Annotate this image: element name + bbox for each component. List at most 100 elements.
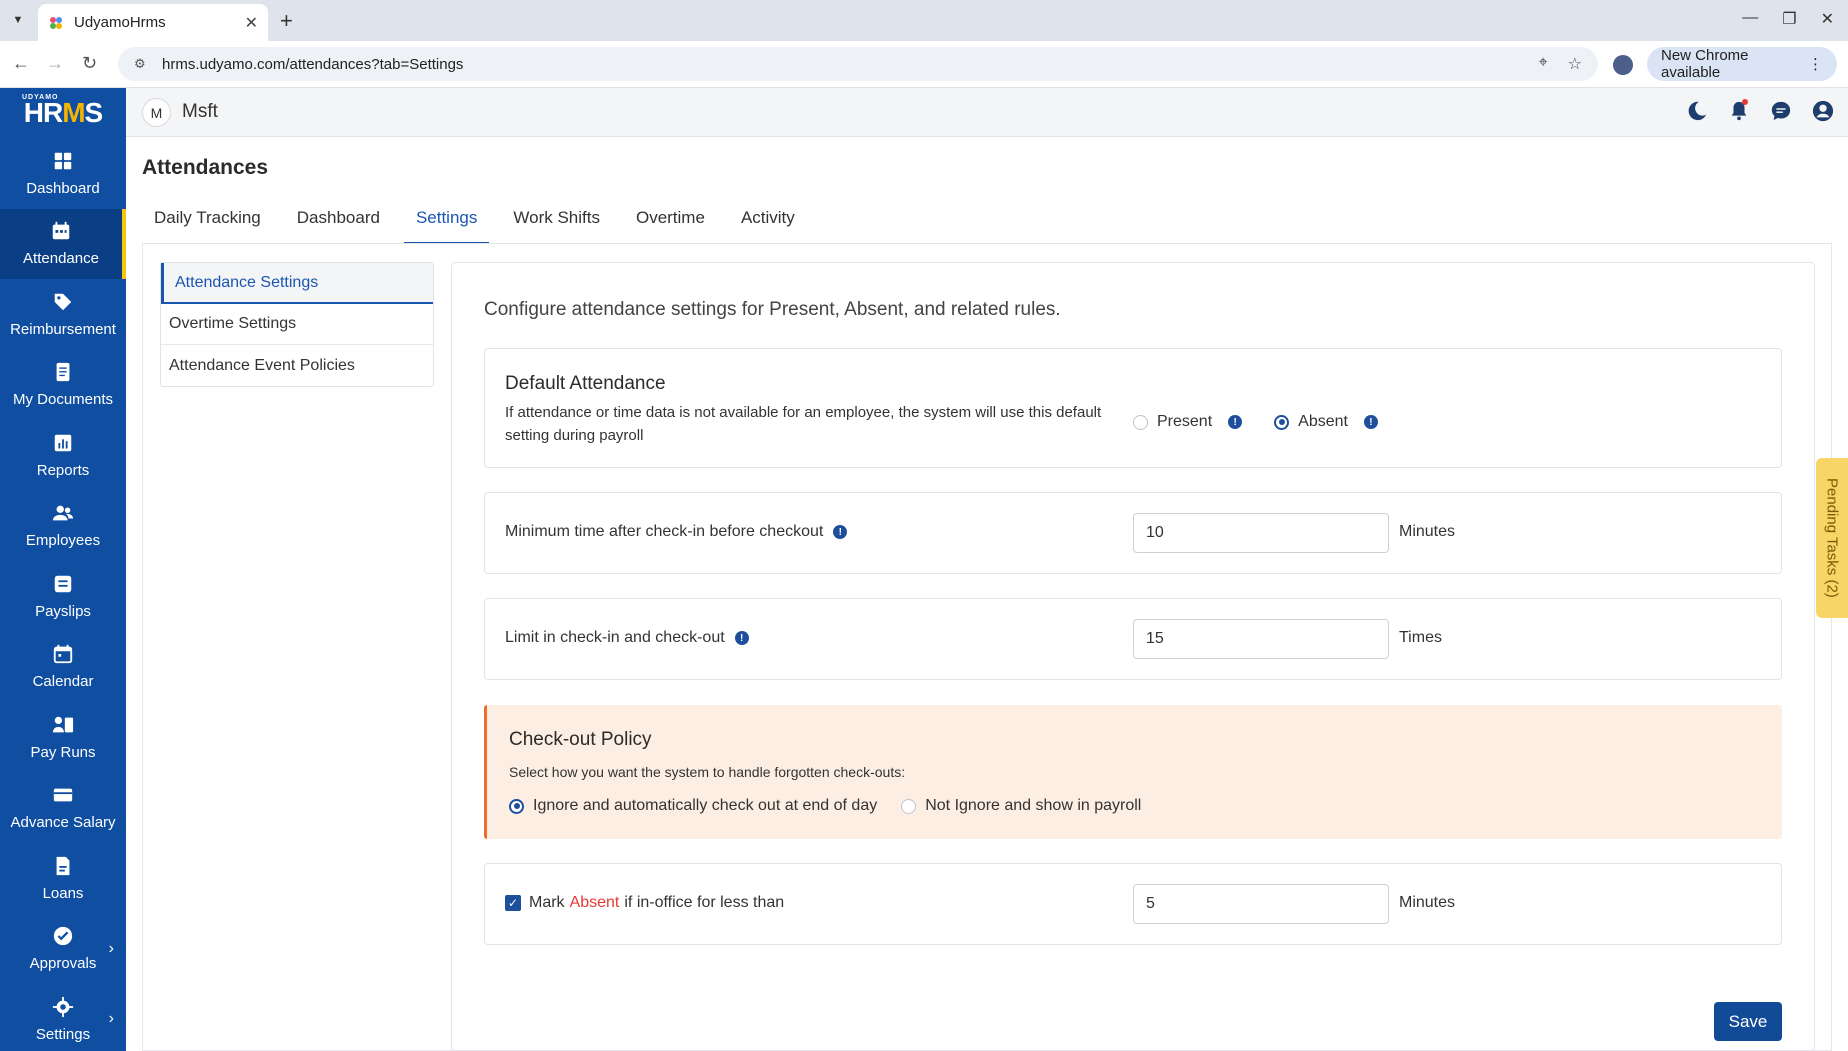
absent-label: Absent: [1298, 413, 1348, 430]
sidebar-item-reimbursement[interactable]: Reimbursement: [0, 279, 126, 350]
udyamo-hrms-logo[interactable]: UDYAMO HR M S: [0, 88, 126, 138]
chat-icon[interactable]: [1770, 100, 1792, 122]
sidebar-item-attendance[interactable]: Attendance: [0, 208, 126, 279]
sidebar-item-label: Payslips: [35, 602, 91, 620]
sidebar-item-reports[interactable]: Reports: [0, 420, 126, 491]
sidebar-item-employees[interactable]: Employees: [0, 491, 126, 562]
reload-icon[interactable]: ↻: [82, 53, 97, 74]
sidebar-item-calendar[interactable]: Calendar: [0, 632, 126, 703]
tab-work-shifts[interactable]: Work Shifts: [501, 200, 612, 244]
browser-profile-icon[interactable]: [1613, 55, 1633, 75]
minimize-icon[interactable]: —: [1742, 9, 1758, 29]
sidebar-item-pay-runs[interactable]: Pay Runs: [0, 702, 126, 773]
sidebar-item-dashboard[interactable]: Dashboard: [0, 138, 126, 209]
app-header: M Msft: [126, 88, 1848, 137]
gear-icon: [52, 996, 74, 1018]
browser-tab-bar: ▼ UdyamoHrms ✕ + — ❐ ✕: [0, 0, 1848, 41]
chrome-update-button[interactable]: New Chrome available ⋮: [1647, 47, 1837, 81]
mark-absent-checkbox[interactable]: ✓: [505, 895, 521, 911]
logo-small-text: UDYAMO: [22, 94, 59, 101]
chevron-right-icon[interactable]: ›: [109, 940, 114, 958]
restore-icon[interactable]: ❐: [1782, 9, 1796, 29]
tab-overtime[interactable]: Overtime: [624, 200, 717, 244]
tab-daily-tracking[interactable]: Daily Tracking: [142, 200, 273, 244]
sidebar-item-advance-salary[interactable]: Advance Salary: [0, 773, 126, 844]
url-bar[interactable]: ⚙ hrms.udyamo.com/attendances?tab=Settin…: [118, 47, 1598, 81]
documents-icon: [52, 361, 74, 383]
mark-absent-card: ✓ Mark Absent if in-office for less than…: [484, 863, 1782, 945]
present-radio[interactable]: [1133, 414, 1148, 430]
calendar-icon: [52, 643, 74, 665]
close-tab-icon[interactable]: ✕: [245, 13, 258, 33]
min-time-label: Minimum time after check-in before check…: [505, 523, 824, 540]
checkout-policy-subtitle: Select how you want the system to handle…: [509, 764, 906, 780]
limit-input[interactable]: [1133, 619, 1389, 659]
not-ignore-radio[interactable]: [901, 798, 917, 814]
site-info-icon[interactable]: ⚙: [134, 56, 150, 72]
new-tab-button[interactable]: +: [280, 8, 293, 34]
back-icon[interactable]: ←: [12, 53, 30, 74]
browser-tab[interactable]: UdyamoHrms ✕: [38, 4, 268, 41]
sidebar-item-loans[interactable]: Loans: [0, 843, 126, 914]
mark-absent-input[interactable]: [1133, 884, 1389, 924]
present-label: Present: [1157, 413, 1213, 430]
logo-text-hr: HR: [23, 97, 63, 128]
pending-tasks-tab[interactable]: Pending Tasks (2): [1816, 458, 1848, 618]
users-icon: [52, 502, 74, 524]
limit-label: Limit in check-in and check-out: [505, 629, 725, 646]
sidebar-item-my-documents[interactable]: My Documents: [0, 350, 126, 421]
tab-search-button[interactable]: ▼: [8, 10, 28, 30]
org-name[interactable]: Msft: [182, 101, 218, 123]
subnav-overtime-settings[interactable]: Overtime Settings: [161, 304, 433, 345]
min-time-unit: Minutes: [1399, 523, 1456, 540]
present-info-icon[interactable]: !: [1228, 415, 1243, 429]
mark-absent-unit: Minutes: [1399, 894, 1456, 911]
sidebar-item-label: Calendar: [32, 673, 94, 691]
absent-info-icon[interactable]: !: [1363, 415, 1378, 429]
org-avatar[interactable]: M: [142, 98, 171, 127]
tab-activity[interactable]: Activity: [729, 200, 807, 244]
logo-text-m: M: [62, 97, 85, 128]
subnav-attendance-settings[interactable]: Attendance Settings: [161, 263, 433, 304]
logo-text-s: S: [84, 97, 104, 128]
chrome-update-label: New Chrome available: [1661, 47, 1749, 81]
sidebar-item-label: Attendance: [23, 250, 99, 268]
dark-mode-icon[interactable]: [1686, 100, 1708, 122]
save-button[interactable]: Save: [1714, 1002, 1782, 1041]
notifications-bell-icon[interactable]: [1728, 99, 1750, 122]
limit-info-icon[interactable]: !: [734, 631, 749, 645]
check-circle-icon: [52, 925, 74, 947]
tab-dashboard[interactable]: Dashboard: [285, 200, 392, 244]
min-time-info-icon[interactable]: !: [833, 525, 848, 539]
min-time-card: Minimum time after check-in before check…: [484, 492, 1782, 574]
sidebar-item-settings[interactable]: Settings ›: [0, 984, 126, 1051]
app-sidebar: UDYAMO HR M S Dashboard Attendance Reimbur…: [0, 88, 126, 1051]
default-attendance-text: If attendance or time data is not availa…: [505, 404, 1102, 444]
sidebar-item-label: Settings: [35, 1025, 91, 1043]
chevron-right-icon[interactable]: ›: [109, 1010, 114, 1028]
calendar-icon: [50, 220, 72, 242]
sidebar-item-label: Dashboard: [26, 179, 100, 197]
forward-icon[interactable]: →: [46, 53, 64, 74]
url-text: hrms.udyamo.com/attendances?tab=Settings: [162, 55, 464, 73]
absent-radio[interactable]: [1274, 414, 1290, 430]
notification-dot: [1742, 99, 1748, 105]
tab-settings[interactable]: Settings: [403, 200, 490, 244]
subnav-attendance-event-policies[interactable]: Attendance Event Policies: [161, 345, 433, 386]
sidebar-item-approvals[interactable]: Approvals ›: [0, 914, 126, 985]
location-icon[interactable]: ⌖: [1539, 54, 1548, 74]
page-title: Attendances: [142, 156, 269, 179]
sidebar-item-payslips[interactable]: Payslips: [0, 561, 126, 632]
min-time-input[interactable]: [1133, 513, 1389, 553]
chrome-menu-icon[interactable]: ⋮: [1808, 55, 1823, 73]
close-window-icon[interactable]: ✕: [1821, 9, 1834, 29]
default-attendance-card: Default Attendance If attendance or time…: [484, 348, 1782, 468]
sidebar-item-label: Reimbursement: [10, 320, 116, 338]
site-favicon-icon: [50, 16, 62, 29]
default-attendance-title: Default Attendance: [505, 373, 666, 394]
bookmark-star-icon[interactable]: ☆: [1568, 54, 1582, 74]
settings-subnav: Attendance Settings Overtime Settings At…: [160, 262, 434, 387]
ignore-radio[interactable]: [509, 798, 524, 814]
checkout-policy-card: Check-out Policy Select how you want the…: [484, 705, 1782, 839]
user-account-icon[interactable]: [1812, 100, 1834, 122]
